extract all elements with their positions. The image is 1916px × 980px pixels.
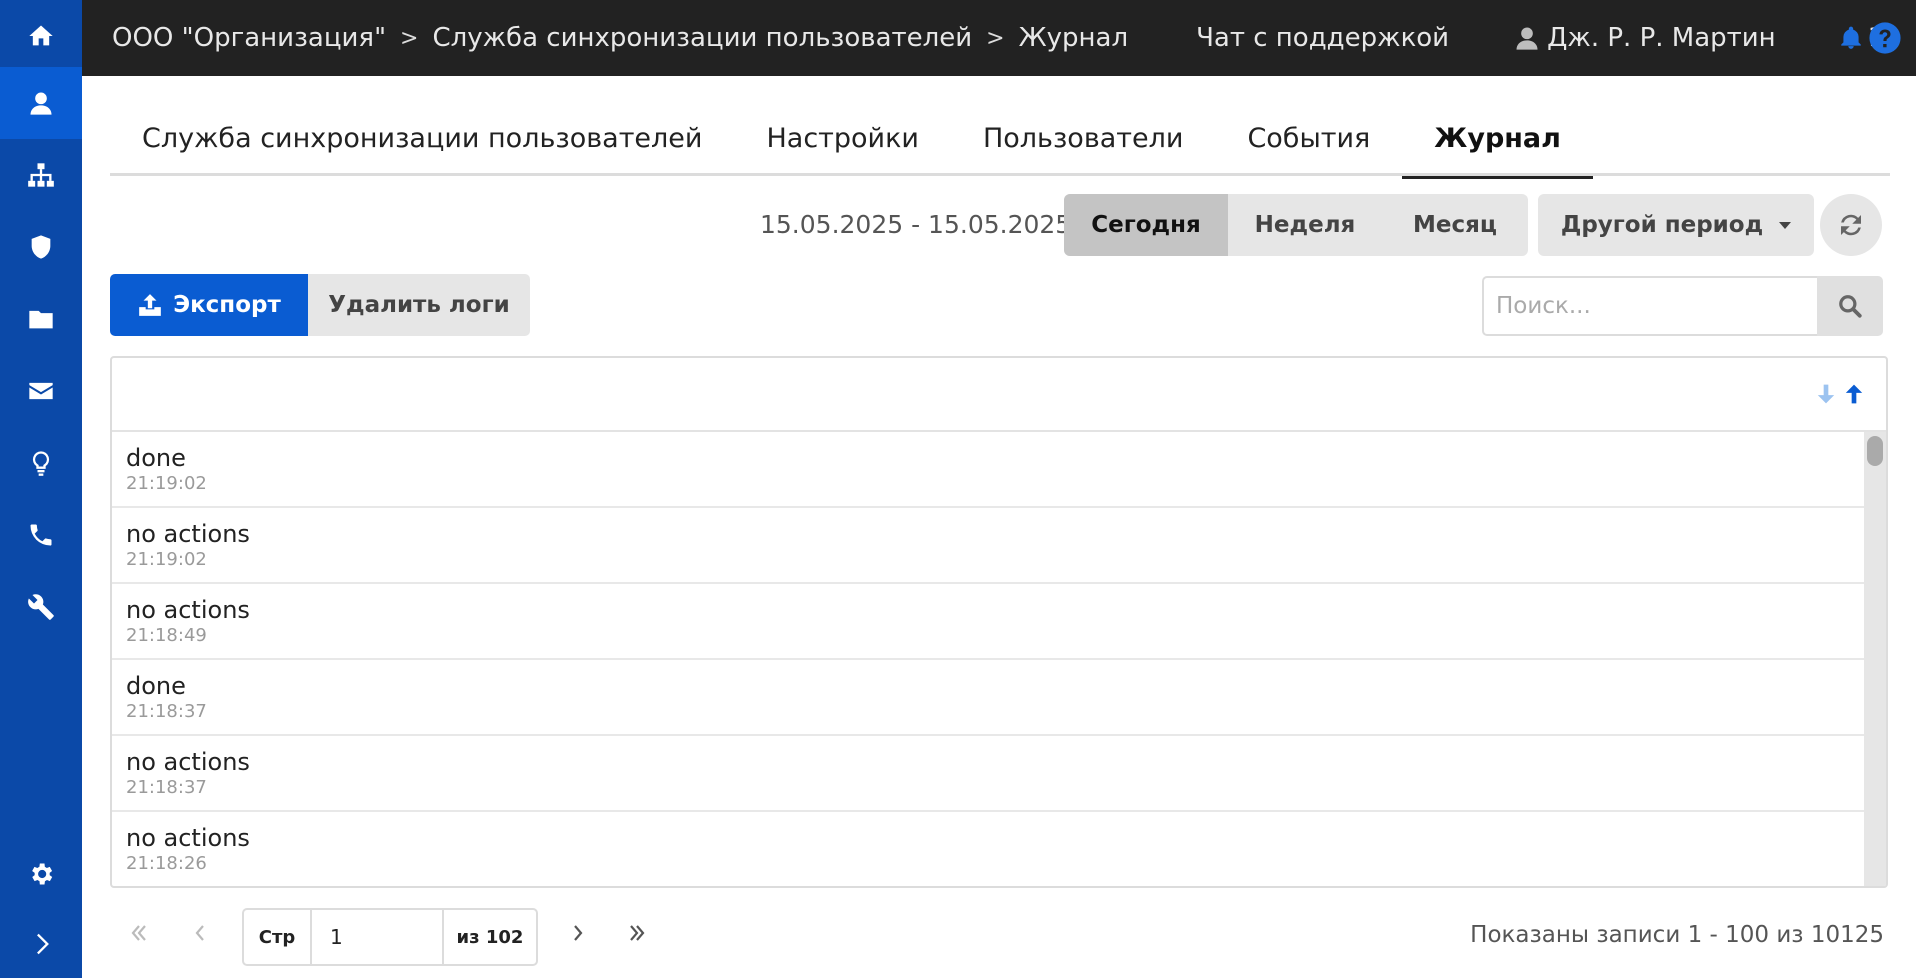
- next-page-button[interactable]: [561, 916, 595, 950]
- sidebar-item-security[interactable]: [0, 211, 82, 283]
- sort-toggle[interactable]: [1812, 380, 1868, 408]
- period-week-button[interactable]: Неделя: [1228, 194, 1382, 256]
- sidebar-item-tools[interactable]: [0, 571, 82, 643]
- chevron-left-icon: [195, 925, 204, 941]
- first-page-button[interactable]: [122, 916, 156, 950]
- tab-events[interactable]: События: [1215, 100, 1402, 176]
- log-time: 21:18:37: [126, 701, 207, 722]
- log-time: 21:18:49: [126, 625, 207, 646]
- log-time: 21:19:02: [126, 473, 207, 494]
- breadcrumb-separator-icon: >: [400, 25, 419, 51]
- breadcrumb-separator-icon: >: [986, 25, 1005, 51]
- log-row[interactable]: no actions 21:18:26: [112, 812, 1866, 886]
- chevron-right-icon: [37, 933, 49, 955]
- sidebar-item-home[interactable]: [0, 0, 82, 72]
- home-icon: [29, 25, 53, 46]
- search-input[interactable]: [1482, 276, 1817, 336]
- sidebar-item-ideas[interactable]: [0, 427, 82, 499]
- period-segment: Сегодня Неделя Месяц: [1064, 194, 1528, 256]
- page-total: из 102: [442, 908, 538, 966]
- log-time: 21:18:26: [126, 853, 207, 874]
- topbar: ООО "Организация" > Служба синхронизации…: [82, 0, 1916, 76]
- period-today-button[interactable]: Сегодня: [1064, 194, 1228, 256]
- double-chevron-left-icon: [131, 925, 146, 941]
- shield-icon: [31, 235, 51, 259]
- log-message: no actions: [126, 596, 250, 624]
- refresh-button[interactable]: [1820, 194, 1882, 256]
- log-header: [112, 358, 1886, 432]
- page-number-input[interactable]: [310, 908, 444, 966]
- gear-icon: [32, 863, 53, 885]
- sidebar: [0, 0, 82, 978]
- other-period-label: Другой период: [1560, 212, 1764, 238]
- records-info: Показаны записи 1 - 100 из 10125: [1470, 922, 1884, 948]
- log-row[interactable]: done 21:19:02: [112, 432, 1866, 508]
- export-button[interactable]: Экспорт: [110, 274, 308, 336]
- log-panel: done 21:19:02 no actions 21:19:02 no act…: [110, 356, 1888, 888]
- log-message: no actions: [126, 520, 250, 548]
- user-name: Дж. Р. Р. Мартин: [1547, 23, 1776, 53]
- page-label: Стр: [242, 908, 312, 966]
- caret-down-icon: [1779, 221, 1792, 229]
- user-icon: [30, 92, 52, 115]
- help-button[interactable]: [1868, 21, 1902, 55]
- lightbulb-icon: [32, 451, 50, 476]
- scrollbar-thumb[interactable]: [1867, 436, 1883, 466]
- user-menu[interactable]: Дж. Р. Р. Мартин: [1513, 23, 1776, 53]
- breadcrumb-sync-service[interactable]: Служба синхронизации пользователей: [428, 23, 976, 53]
- user-icon: [1516, 27, 1538, 50]
- tab-users[interactable]: Пользователи: [951, 100, 1215, 176]
- arrow-up-icon: [1845, 384, 1863, 404]
- arrow-down-icon: [1817, 384, 1835, 404]
- log-row[interactable]: no actions 21:18:37: [112, 736, 1866, 812]
- sidebar-item-files[interactable]: [0, 283, 82, 355]
- log-row[interactable]: done 21:18:37: [112, 660, 1866, 736]
- log-row[interactable]: no actions 21:18:49: [112, 584, 1866, 660]
- envelope-icon: [29, 382, 53, 400]
- tabs-bar: Служба синхронизации пользователей Настр…: [110, 100, 1890, 179]
- support-chat-link[interactable]: Чат с поддержкой: [1196, 23, 1449, 53]
- sidebar-expand-button[interactable]: [0, 908, 82, 980]
- chevron-right-icon: [574, 925, 583, 941]
- breadcrumb-organization[interactable]: ООО "Организация": [108, 23, 390, 53]
- log-list: done 21:19:02 no actions 21:19:02 no act…: [112, 432, 1866, 886]
- question-circle-icon: [1869, 22, 1901, 54]
- log-time: 21:19:02: [126, 549, 207, 570]
- phone-icon: [30, 524, 52, 546]
- wrench-icon: [28, 594, 54, 620]
- sidebar-item-org-structure[interactable]: [0, 139, 82, 211]
- log-message: done: [126, 672, 186, 700]
- scrollbar-track[interactable]: [1864, 432, 1886, 886]
- log-message: no actions: [126, 824, 250, 852]
- sidebar-item-users[interactable]: [0, 67, 82, 139]
- other-period-dropdown[interactable]: Другой период: [1538, 194, 1814, 256]
- sidebar-item-mail[interactable]: [0, 355, 82, 427]
- period-range: 15.05.2025 - 15.05.2025: [760, 210, 1072, 239]
- tab-journal[interactable]: Журнал: [1402, 100, 1593, 179]
- tab-settings[interactable]: Настройки: [734, 100, 950, 176]
- last-page-button[interactable]: [620, 916, 654, 950]
- search-button[interactable]: [1817, 276, 1883, 336]
- refresh-icon: [1841, 214, 1861, 236]
- tab-sync-service[interactable]: Служба синхронизации пользователей: [110, 100, 734, 176]
- log-message: no actions: [126, 748, 250, 776]
- log-time: 21:18:37: [126, 777, 207, 798]
- prev-page-button[interactable]: [183, 916, 217, 950]
- period-month-button[interactable]: Месяц: [1382, 194, 1528, 256]
- upload-icon: [139, 294, 162, 316]
- export-label: Экспорт: [173, 292, 281, 318]
- sidebar-item-telephony[interactable]: [0, 499, 82, 571]
- log-row[interactable]: no actions 21:19:02: [112, 508, 1866, 584]
- org-structure-icon: [28, 163, 54, 187]
- double-chevron-right-icon: [630, 925, 645, 941]
- bell-icon: [1840, 26, 1861, 49]
- log-message: done: [126, 444, 186, 472]
- sidebar-item-settings[interactable]: [0, 838, 82, 910]
- folder-icon: [29, 310, 53, 329]
- delete-logs-button[interactable]: Удалить логи: [308, 274, 530, 336]
- breadcrumb-journal[interactable]: Журнал: [1015, 23, 1132, 53]
- search-icon: [1839, 295, 1862, 318]
